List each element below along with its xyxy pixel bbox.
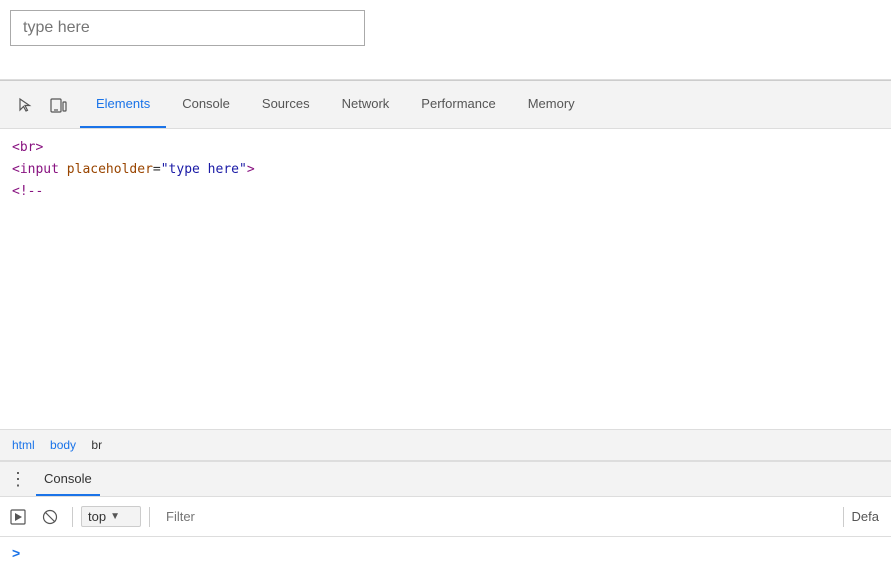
console-header: ⋮ Console: [0, 461, 891, 497]
tab-elements[interactable]: Elements: [80, 81, 166, 128]
console-section: ⋮ Console top ▼: [0, 461, 891, 569]
comment-tag: <!--: [12, 181, 43, 203]
code-view: <br> <input placeholder="type here"> <!-…: [0, 129, 891, 429]
context-select[interactable]: top ▼: [81, 506, 141, 527]
tab-network[interactable]: Network: [326, 81, 406, 128]
device-icon[interactable]: [44, 91, 72, 119]
tab-console[interactable]: Console: [166, 81, 246, 128]
context-value: top: [88, 509, 106, 524]
breadcrumb-br: br: [91, 438, 102, 452]
console-more-button[interactable]: ⋮: [0, 461, 36, 497]
tag-input-name: input: [20, 159, 59, 181]
page-input[interactable]: [10, 10, 365, 46]
toolbar-separator-1: [72, 507, 73, 527]
toolbar-separator-2: [149, 507, 150, 527]
tab-memory[interactable]: Memory: [512, 81, 591, 128]
filter-separator: [843, 507, 844, 527]
breadcrumb-sep-2: [82, 438, 85, 452]
chevron-down-icon: ▼: [110, 511, 120, 522]
console-input-area: >: [0, 537, 891, 569]
tab-performance[interactable]: Performance: [405, 81, 511, 128]
console-execute-button[interactable]: [4, 503, 32, 531]
code-line-br[interactable]: <br>: [12, 137, 879, 159]
console-filter-input[interactable]: [158, 505, 835, 528]
console-toolbar: top ▼ Defa: [0, 497, 891, 537]
devtools-toolbar: Elements Console Sources Network Perform…: [0, 81, 891, 129]
tab-sources[interactable]: Sources: [246, 81, 326, 128]
default-label: Defa: [852, 509, 887, 524]
tag-input-close: >: [247, 159, 255, 181]
code-line-input[interactable]: <input placeholder="type here">: [12, 159, 879, 181]
tag-br: <br>: [12, 137, 43, 159]
devtools-tabs: Elements Console Sources Network Perform…: [80, 81, 591, 128]
breadcrumb-body[interactable]: body: [50, 438, 76, 452]
breadcrumb-sep-1: [41, 438, 44, 452]
breadcrumb-html[interactable]: html: [12, 438, 35, 452]
elements-panel: <br> <input placeholder="type here"> <!-…: [0, 129, 891, 461]
attr-value: "type here": [161, 159, 247, 181]
cursor-icon[interactable]: [12, 91, 40, 119]
devtools-panel: Elements Console Sources Network Perform…: [0, 80, 891, 569]
console-tab-label[interactable]: Console: [36, 462, 100, 496]
attr-equals: =: [153, 159, 161, 181]
toolbar-icons: [4, 91, 80, 119]
console-block-button[interactable]: [36, 503, 64, 531]
console-prompt-icon: >: [12, 545, 20, 561]
attr-placeholder: placeholder: [67, 159, 153, 181]
breadcrumb: html body br: [0, 429, 891, 461]
tag-input-open: <: [12, 159, 20, 181]
code-line-comment[interactable]: <!--: [12, 181, 879, 203]
browser-page: [0, 0, 891, 80]
